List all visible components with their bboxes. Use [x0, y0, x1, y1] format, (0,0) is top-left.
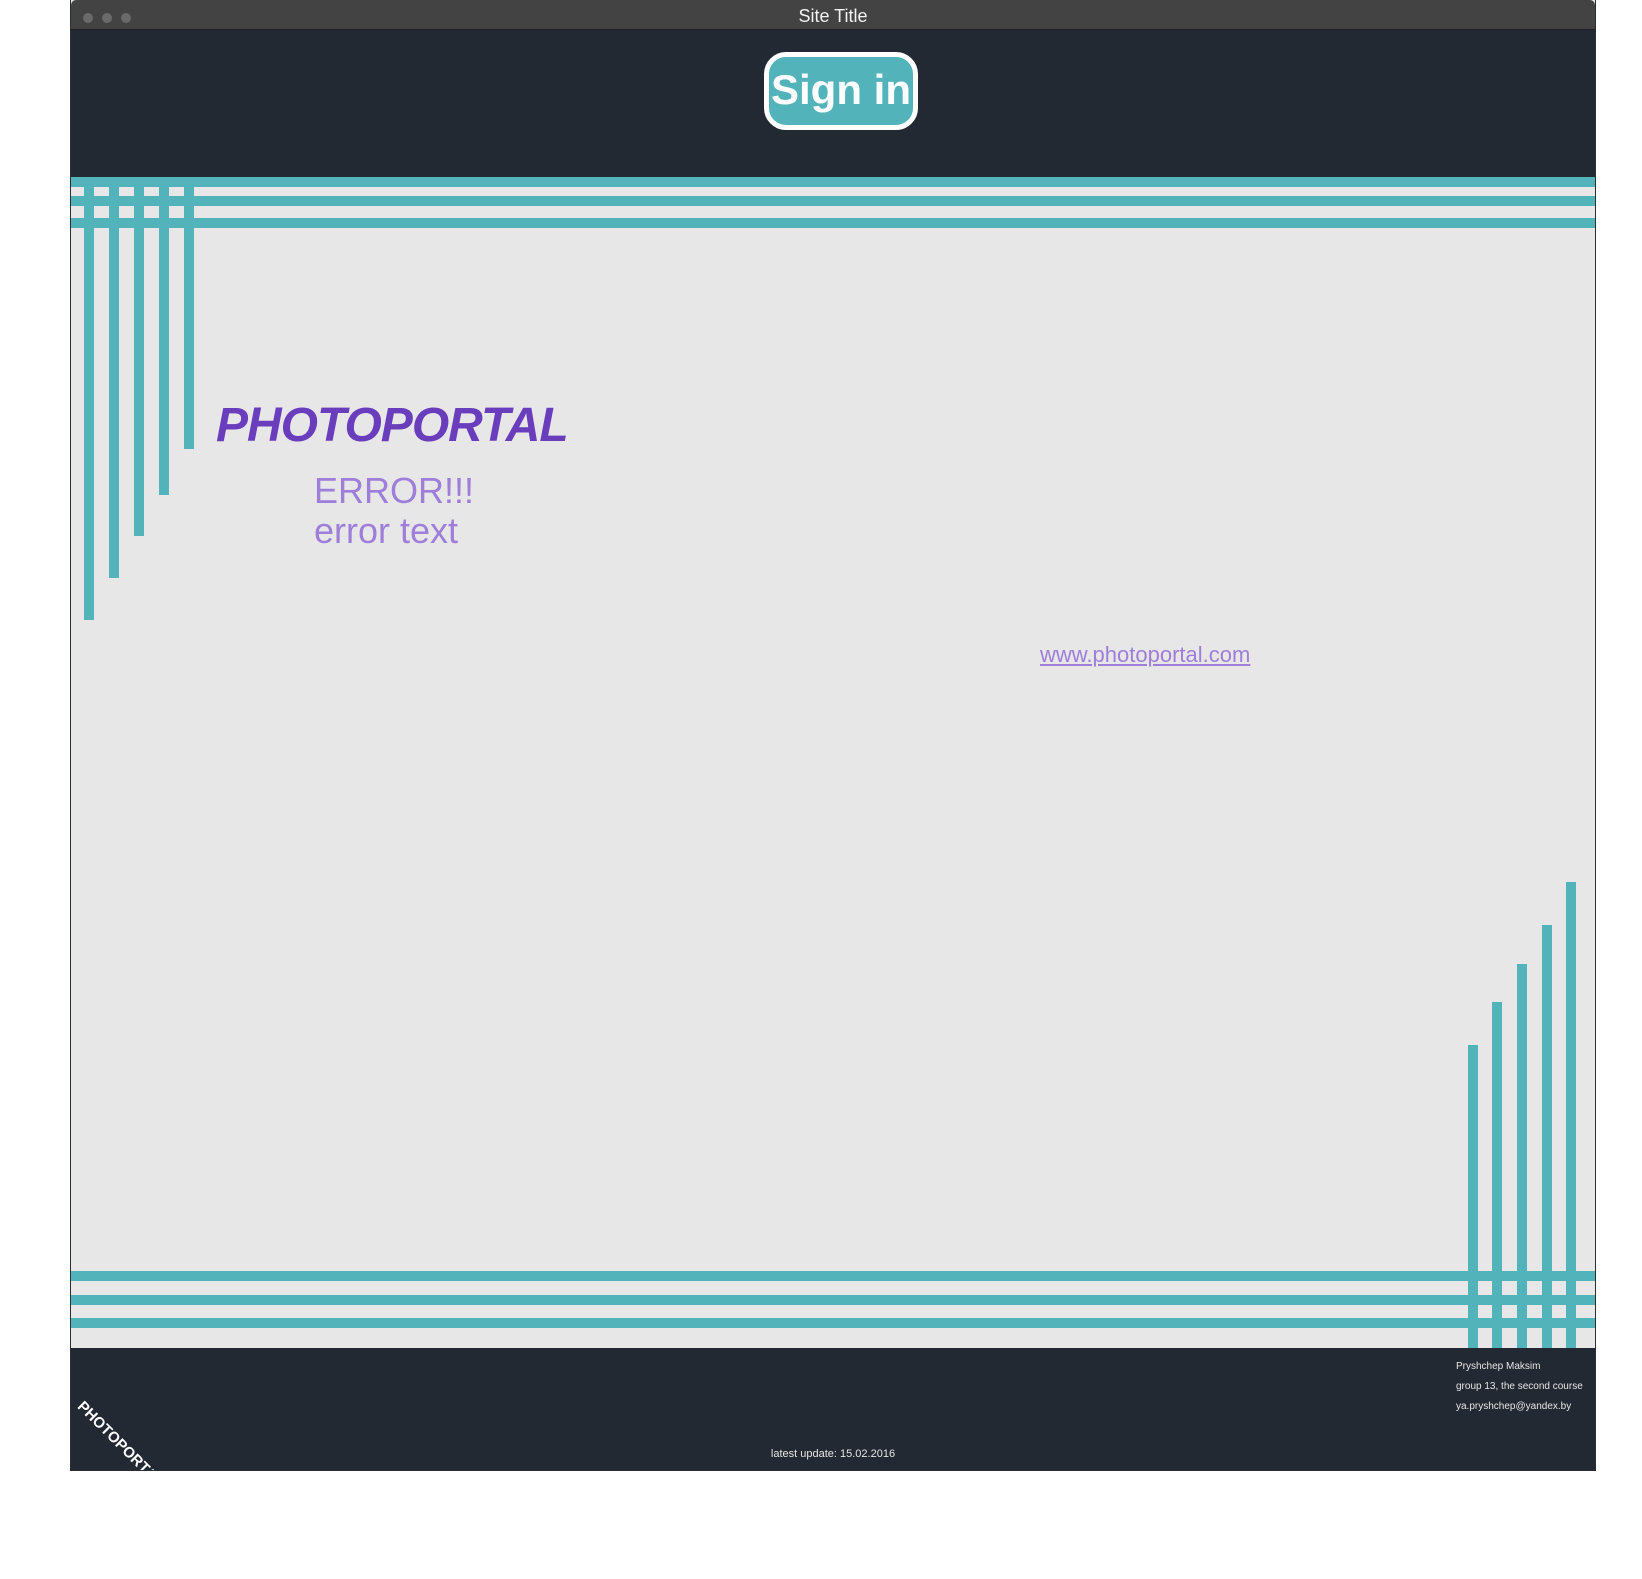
corner-stripe: [1542, 925, 1552, 1348]
title-bar: Site Title: [71, 0, 1595, 30]
site-link[interactable]: www.photoportal.com: [1040, 642, 1250, 668]
bottom-stripe: [71, 1295, 1595, 1305]
top-stripe: [71, 196, 1595, 206]
top-stripe: [71, 177, 1595, 187]
bottom-stripe: [71, 1318, 1595, 1328]
top-stripe: [71, 218, 1595, 228]
corner-stripe: [109, 177, 119, 578]
window-title: Site Title: [798, 6, 868, 26]
latest-update: latest update: 15.02.2016: [770, 1448, 896, 1460]
corner-stripe: [134, 177, 144, 536]
error-text: error text: [314, 510, 459, 551]
site-logo: PHOTOPORTAL: [216, 399, 569, 452]
author-group: group 13, the second course: [1456, 1381, 1583, 1392]
footer-logo: PHOTOPORTAL: [73, 1398, 167, 1471]
site-header: Sign in: [71, 30, 1595, 177]
browser-window: Site Title Sign in PHOTOPORTAL ERROR!!! …: [70, 0, 1596, 1471]
author-email[interactable]: ya.pryshchep@yandex.by: [1456, 1401, 1571, 1412]
site-footer: PHOTOPORTAL latest update: 15.02.2016 Pr…: [71, 1348, 1595, 1471]
corner-stripe: [84, 177, 94, 620]
sign-in-button[interactable]: Sign in: [764, 52, 918, 130]
author-name: Pryshchep Maksim: [1456, 1361, 1541, 1372]
corner-stripe: [159, 177, 169, 495]
bottom-stripe: [71, 1271, 1595, 1281]
corner-stripe: [1517, 964, 1527, 1348]
error-title: ERROR!!!: [314, 470, 475, 511]
corner-stripe: [184, 177, 194, 449]
